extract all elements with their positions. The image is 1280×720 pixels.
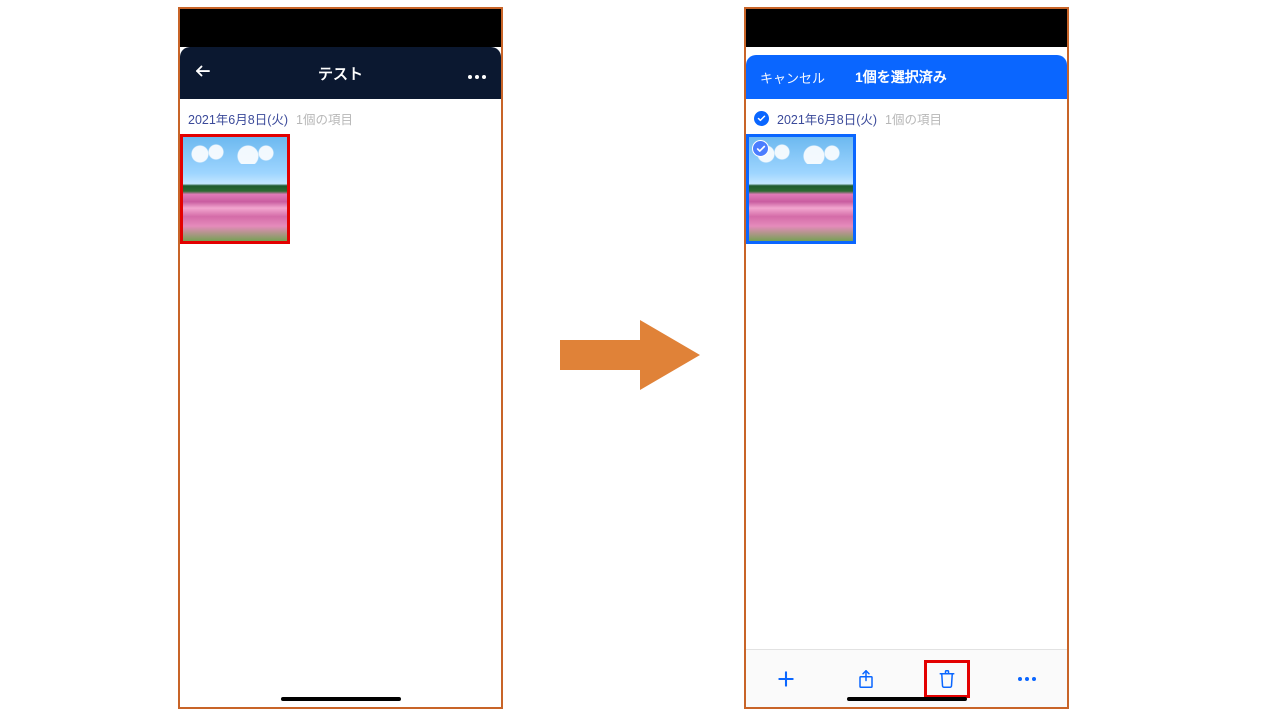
nav-bar: テスト xyxy=(180,47,501,99)
phone-after: キャンセル 1個を選択済み 2021年6月8日(火) 1個の項目 xyxy=(744,7,1069,709)
section-count: 1個の項目 xyxy=(885,109,942,128)
photo-thumbnail-selected[interactable] xyxy=(748,136,854,242)
add-button[interactable] xyxy=(765,662,807,696)
photo-thumbnail[interactable] xyxy=(182,136,288,242)
section-check-icon[interactable] xyxy=(754,111,769,126)
trash-button[interactable] xyxy=(926,662,968,696)
photo-check-icon xyxy=(752,140,769,157)
section-date: 2021年6月8日(火) xyxy=(777,109,877,128)
selection-nav-bar: キャンセル 1個を選択済み xyxy=(746,55,1067,99)
content-area: 2021年6月8日(火) 1個の項目 xyxy=(746,99,1067,649)
share-button[interactable] xyxy=(845,662,887,696)
more-icon[interactable] xyxy=(467,62,487,84)
section-count: 1個の項目 xyxy=(296,109,353,128)
page-title: テスト xyxy=(318,63,363,84)
cancel-button[interactable]: キャンセル xyxy=(760,68,825,87)
back-icon[interactable] xyxy=(194,62,212,84)
home-indicator[interactable] xyxy=(847,697,967,701)
more-button[interactable] xyxy=(1006,662,1048,696)
status-bar xyxy=(180,9,501,47)
content-area: 2021年6月8日(火) 1個の項目 xyxy=(180,99,501,707)
transition-arrow-icon xyxy=(560,320,700,390)
selection-title: 1個を選択済み xyxy=(855,67,947,87)
section-header[interactable]: 2021年6月8日(火) 1個の項目 xyxy=(748,99,1065,132)
section-header: 2021年6月8日(火) 1個の項目 xyxy=(182,99,499,132)
phone-before: テスト 2021年6月8日(火) 1個の項目 xyxy=(178,7,503,709)
section-date: 2021年6月8日(火) xyxy=(188,109,288,128)
home-indicator[interactable] xyxy=(281,697,401,701)
status-bar xyxy=(746,9,1067,47)
